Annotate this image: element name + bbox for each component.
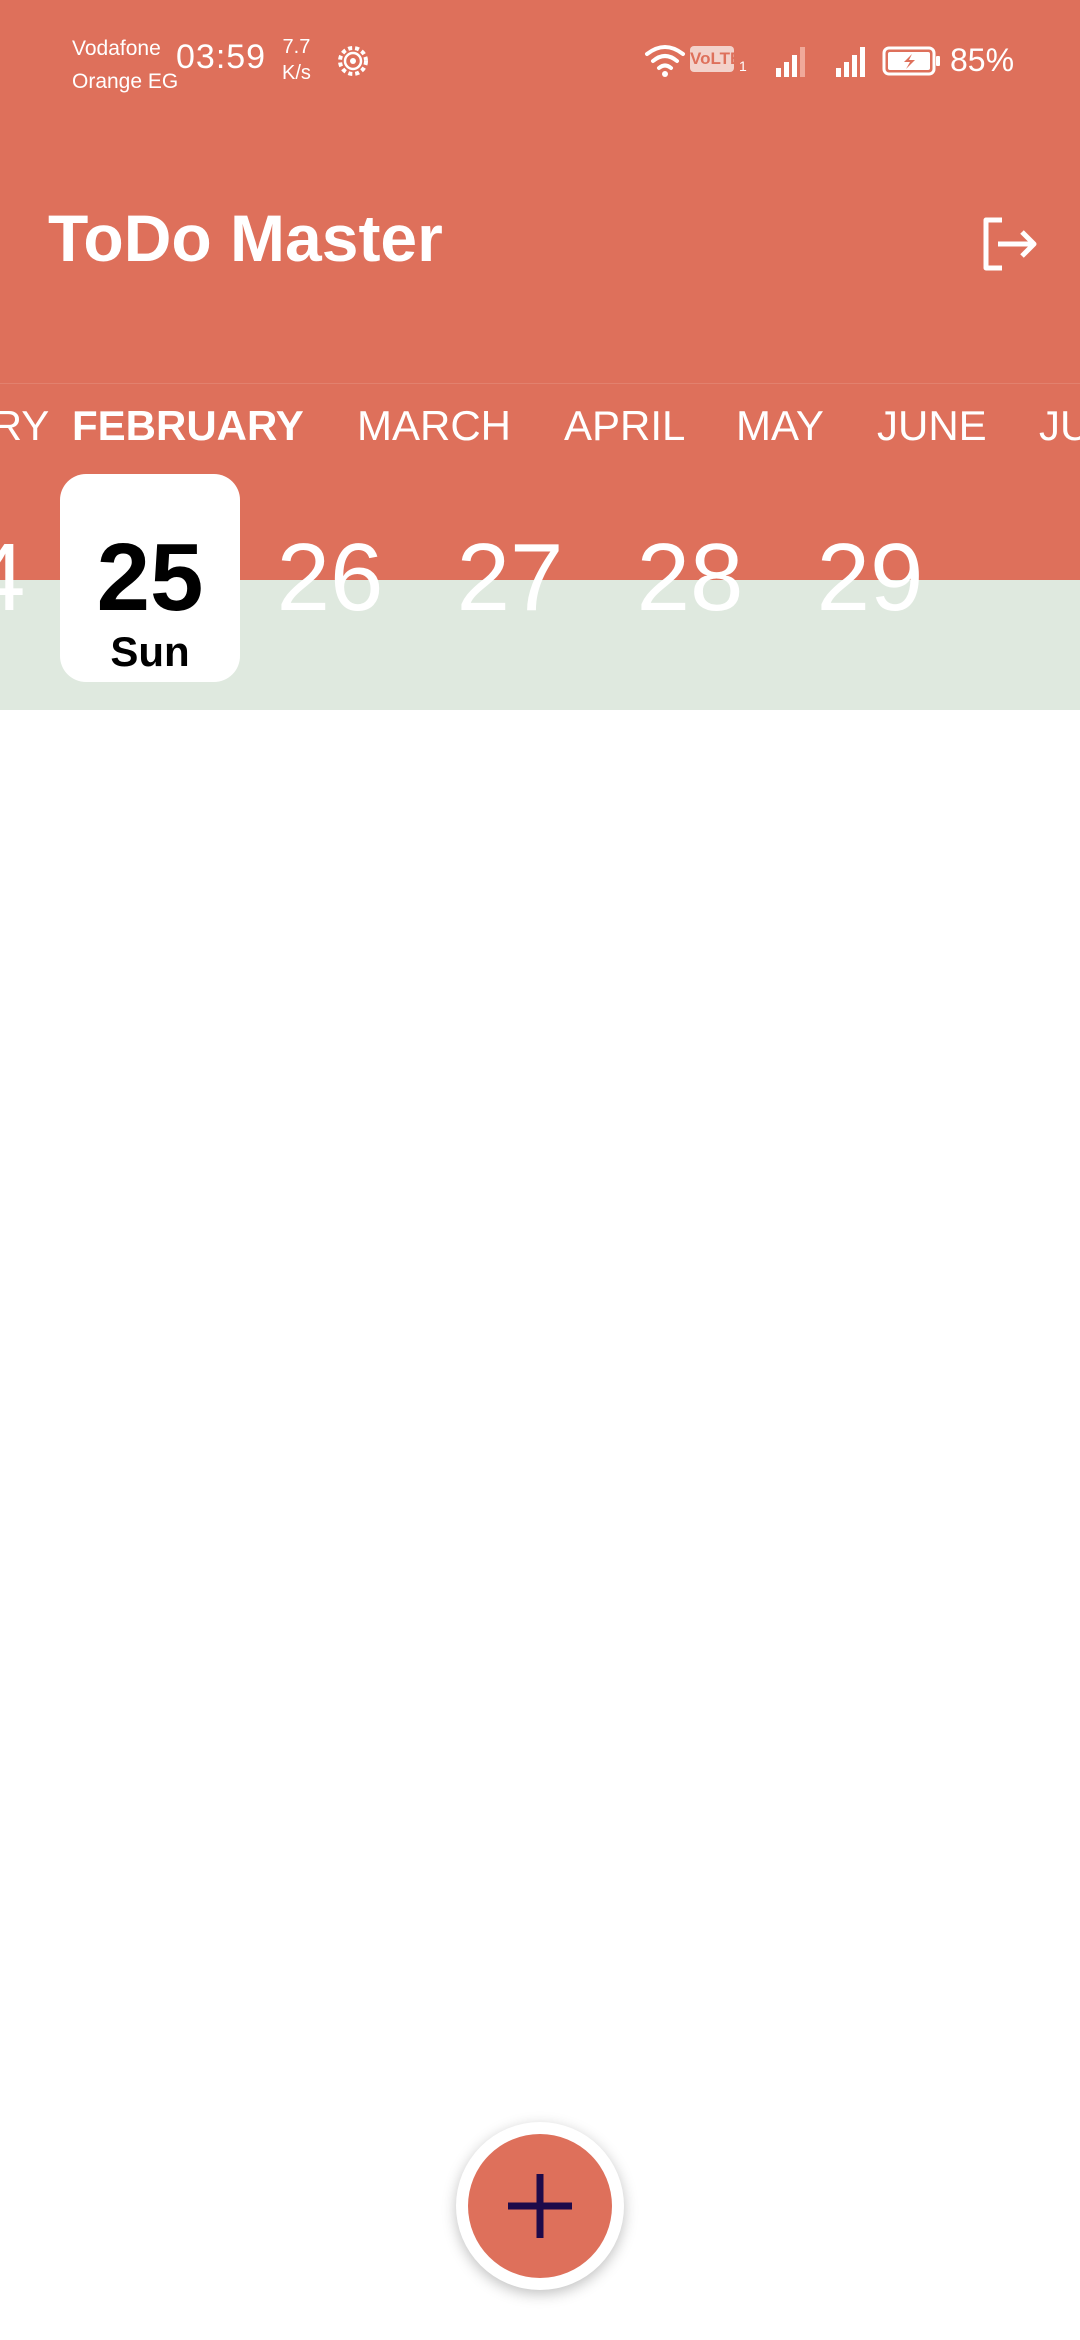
net-speed-value: 7.7: [282, 36, 311, 58]
volte-icon: VoLTE: [690, 46, 741, 72]
month-item[interactable]: APRIL: [564, 402, 685, 450]
month-item[interactable]: JULY: [1039, 402, 1080, 450]
carrier-name-1: Vodafone: [72, 37, 161, 60]
day-item-selected[interactable]: 25 Sun: [60, 474, 240, 682]
carrier-info: Vodafone Orange EG: [72, 32, 178, 98]
day-item[interactable]: 28: [600, 530, 780, 626]
app-title: ToDo Master: [48, 201, 443, 275]
plus-icon: [508, 2174, 572, 2238]
battery-charging-icon: [882, 46, 940, 76]
signal-icon: [836, 47, 865, 77]
day-item[interactable]: 26: [240, 530, 420, 626]
month-item[interactable]: JANUARY: [0, 402, 49, 450]
net-speed: 7.7 K/s: [282, 34, 311, 86]
gear-icon: [338, 46, 368, 76]
signal-icon: [776, 47, 805, 77]
month-item-selected[interactable]: FEBRUARY: [72, 402, 304, 450]
header-divider: [0, 383, 1080, 384]
month-item[interactable]: MARCH: [357, 402, 511, 450]
status-time: 03:59: [176, 38, 267, 76]
task-list: [0, 710, 1080, 2110]
volte-sim-index: 1: [739, 58, 747, 74]
month-item[interactable]: MAY: [736, 402, 824, 450]
day-item[interactable]: 24: [0, 530, 62, 626]
battery-percent: 85%: [950, 42, 1015, 78]
net-speed-unit: K/s: [282, 62, 311, 84]
day-number: 25: [96, 524, 204, 631]
day-item[interactable]: 27: [420, 530, 600, 626]
add-task-button[interactable]: [468, 2134, 612, 2278]
todo-screen: Vodafone Orange EG 03:59 7.7 K/s VoLTE 1: [0, 0, 1080, 2340]
status-bar: Vodafone Orange EG 03:59 7.7 K/s VoLTE 1: [0, 0, 1080, 120]
month-item[interactable]: JUNE: [877, 402, 987, 450]
day-item[interactable]: 29: [780, 530, 960, 626]
carrier-name-2: Orange EG: [72, 70, 179, 93]
logout-icon[interactable]: [972, 208, 1044, 280]
day-name: Sun: [110, 628, 190, 675]
wifi-icon: [645, 45, 685, 77]
